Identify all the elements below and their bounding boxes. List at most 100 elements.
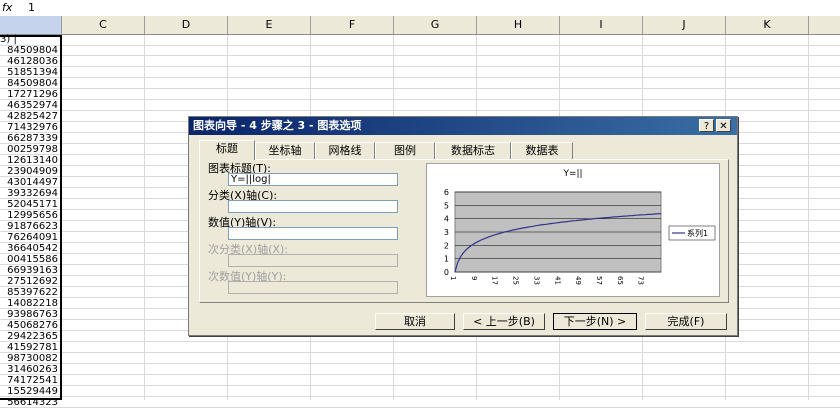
cell-a[interactable]: 12995656 [0,210,60,221]
title-tab-panel: 图表标题(T): Y=||log| 分类(X)轴(C): 数值(Y)轴(V): … [199,159,729,303]
cell-a[interactable]: 84509804 [0,78,60,89]
cell-a[interactable]: 56614323 [0,397,60,408]
next-button[interactable]: 下一步(N) > [553,313,637,330]
grid-column-line [808,35,809,400]
cell-a[interactable]: 00259798 [0,144,60,155]
category-x-axis-input[interactable] [228,200,398,213]
column-header-f[interactable]: F [311,16,394,34]
cell-a[interactable]: 91876623 [0,221,60,232]
table-row: 46128036 [0,56,840,67]
tab-legend[interactable]: 图例 [375,142,435,160]
y-tick-label: 6 [444,188,449,197]
cell-a[interactable]: 39332694 [0,188,60,199]
cell-a[interactable]: 66287339 [0,133,60,144]
x-tick-label: 25 [512,276,520,285]
column-header-e[interactable]: E [228,16,311,34]
cell-a[interactable]: 12613140 [0,155,60,166]
cell-a[interactable]: 27512692 [0,276,60,287]
column-header-h[interactable]: H [477,16,560,34]
cell-a[interactable]: 71432976 [0,122,60,133]
cell-a[interactable]: 36640542 [0,243,60,254]
column-header-d[interactable]: D [145,16,228,34]
column-header-k[interactable]: K [726,16,809,34]
cell-a[interactable]: 51851394 [0,67,60,78]
column-header-j[interactable]: J [643,16,726,34]
cell-a[interactable]: 17271296 [0,89,60,100]
table-row: 84509804 [0,45,840,56]
table-row: 15529449 [0,386,840,397]
x-tick-label: 57 [595,276,603,285]
cell-a[interactable]: 45068276 [0,320,60,331]
table-row: 46352974 [0,100,840,111]
column-header-a[interactable] [0,16,62,34]
table-row: 51851394 [0,67,840,78]
formula-input[interactable]: 1 [28,1,35,14]
table-row: 31460263 [0,364,840,375]
chart-preview: Y=|| 0 1 2 3 4 5 6 1 9 17 25 33 41 49 57 65 73 系列1 [426,163,720,297]
cancel-button[interactable]: 取消 [375,313,455,330]
value-y-axis-input[interactable] [228,227,398,240]
cell-a[interactable]: 46128036 [0,56,60,67]
dialog-title: 图表向导 - 4 步骤之 3 - 图表选项 [189,117,737,135]
y-tick-label: 3 [444,228,449,237]
table-row: 17271296 [0,89,840,100]
x-tick-label: 9 [470,276,478,280]
cell-a[interactable]: 74172541 [0,375,60,386]
cell-a[interactable]: 46352974 [0,100,60,111]
column-header-c[interactable]: C [62,16,145,34]
chart-title-input[interactable]: Y=||log| [228,173,398,186]
cell-a[interactable]: 00415586 [0,254,60,265]
table-row: 84509804 [0,78,840,89]
x-tick-label: 17 [491,276,499,285]
fx-icon[interactable]: fx [2,1,12,14]
tab-data-table[interactable]: 数据表 [511,142,573,160]
table-row: 98730082 [0,353,840,364]
y-tick-label: 4 [444,215,449,224]
cell-a[interactable]: 84509804 [0,45,60,56]
cell-a[interactable]: 14082218 [0,298,60,309]
cell-a[interactable]: 52045171 [0,199,60,210]
secondary-category-axis-input [228,254,398,267]
cell-a[interactable]: 29422365 [0,331,60,342]
legend-label: 系列1 [687,228,708,238]
cell-a[interactable]: 23904909 [0,166,60,177]
column-header-g[interactable]: G [394,16,477,34]
y-tick-label: 0 [444,268,449,277]
tab-title[interactable]: 标题 [199,140,255,160]
y-tick-label: 1 [444,255,449,264]
chart-wizard-dialog: 图表向导 - 4 步骤之 3 - 图表选项 ? ✕ 标题 坐标轴 网格线 图例 … [188,116,738,336]
column-header-i[interactable]: I [560,16,643,34]
tab-gridlines[interactable]: 网格线 [315,142,375,160]
y-tick-label: 2 [444,241,449,250]
finish-button[interactable]: 完成(F) [645,313,727,330]
cell-a[interactable]: 98730082 [0,353,60,364]
cell-a[interactable]: 85397622 [0,287,60,298]
y-tick-label: 5 [444,201,449,210]
grid-column-line [144,35,145,400]
x-tick-label: 33 [532,276,540,285]
x-tick-label: 73 [637,276,645,285]
tab-data-labels[interactable]: 数据标志 [435,142,511,160]
x-tick-label: 65 [616,276,624,285]
cell-a[interactable]: 31460263 [0,364,60,375]
cell-a[interactable]: 93986763 [0,309,60,320]
x-tick-label: 49 [574,276,582,285]
cell-a[interactable]: 43014497 [0,177,60,188]
cell-a[interactable]: 66939163 [0,265,60,276]
x-tick-label: 1 [449,276,457,280]
back-button[interactable]: < 上一步(B) [463,313,545,330]
cell-a[interactable]: 42825427 [0,111,60,122]
chart-title: Y=|| [562,169,582,179]
formula-bar: fx 1 [0,0,840,17]
cell-a[interactable]: 15529449 [0,386,60,397]
secondary-value-axis-input [228,281,398,294]
table-row: 56614323 [0,397,840,408]
x-tick-label: 41 [553,276,561,285]
table-row: 74172541 [0,375,840,386]
cell-a[interactable]: 76264091 [0,232,60,243]
tab-axes[interactable]: 坐标轴 [255,142,315,160]
help-button[interactable]: ? [699,119,714,132]
cell-a[interactable]: 41592781 [0,342,60,353]
chart-preview-svg: Y=||01234561 9 17 25 33 41 49 57 65 73系列1 [444,169,716,285]
close-button[interactable]: ✕ [716,119,731,132]
